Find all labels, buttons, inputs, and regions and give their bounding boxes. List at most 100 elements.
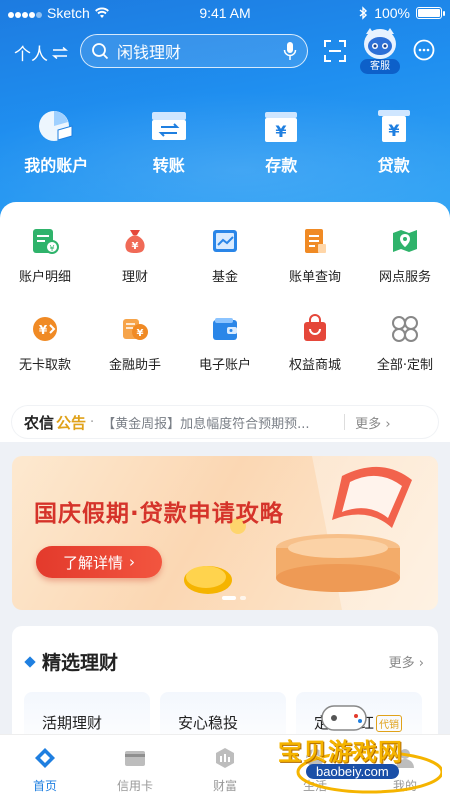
chat-bubble-icon	[413, 39, 435, 61]
promo-banner[interactable]: 国庆假期·贷款申请攻略 了解详情 ›	[12, 456, 438, 610]
map-pin-icon	[390, 226, 420, 256]
banner-illustration	[184, 456, 438, 610]
banner-title: 国庆假期·贷款申请攻略	[34, 501, 284, 527]
scan-button[interactable]	[324, 40, 346, 66]
service-label: 基金	[211, 270, 238, 285]
service-all[interactable]: 全部·定制	[360, 314, 450, 402]
cardless-withdraw-icon: ¥	[30, 314, 60, 344]
account-detail-icon: ¥	[30, 226, 60, 256]
notice-more-label: 更多	[355, 416, 382, 432]
fund-chart-icon	[210, 226, 240, 256]
search-icon	[92, 43, 109, 60]
notice-tag: 公告	[56, 413, 87, 432]
service-bill[interactable]: 账单查询	[270, 226, 360, 314]
svg-text:¥: ¥	[49, 244, 54, 253]
service-e-account[interactable]: 电子账户	[180, 314, 270, 402]
notice-more-link[interactable]: 更多 ›	[355, 413, 390, 432]
status-right: 100%	[359, 5, 445, 21]
message-button[interactable]	[413, 39, 435, 65]
top-bar: 个人 闲钱理财 客服	[0, 28, 450, 74]
bluetooth-icon	[359, 6, 368, 20]
watermark: 宝贝游戏网 baobeiy.com	[272, 690, 450, 800]
search-placeholder: 闲钱理财	[117, 43, 182, 62]
picks-item-label: 活期理财	[42, 714, 103, 732]
watermark-url: baobeiy.com	[306, 764, 399, 779]
service-assistant[interactable]: ¥ 金融助手	[90, 314, 180, 402]
watermark-text: 宝贝游戏网	[278, 738, 403, 766]
service-label: 客服	[360, 59, 400, 74]
service-fund[interactable]: 基金	[180, 226, 270, 314]
coins-icon: ¥	[120, 314, 150, 344]
picks-more-link[interactable]: 更多 ›	[389, 652, 424, 671]
picks-item-label: 安心稳投	[178, 714, 239, 732]
tab-credit-card[interactable]: 信用卡	[90, 735, 180, 800]
robot-mascot-icon	[364, 28, 396, 59]
transfer-icon	[149, 106, 189, 146]
notice-dot: ·	[90, 414, 95, 430]
bill-icon	[300, 226, 330, 256]
search-bar[interactable]: 闲钱理财	[80, 34, 308, 68]
service-label: 电子账户	[198, 358, 251, 373]
carousel-indicator	[222, 596, 246, 600]
banner-cta-label: 了解详情	[62, 553, 123, 572]
wallet-icon	[210, 314, 240, 344]
battery-percent: 100%	[374, 5, 410, 21]
picks-more-label: 更多	[388, 656, 415, 671]
quick-action-label: 贷款	[377, 156, 410, 175]
service-cardless-withdraw[interactable]: ¥ 无卡取款	[0, 314, 90, 402]
quick-action-label: 我的账户	[24, 156, 89, 175]
svg-text:¥: ¥	[137, 328, 144, 339]
money-bag-icon: ¥	[120, 226, 150, 256]
service-label: 网点服务	[378, 270, 431, 285]
quick-action-account[interactable]: 我的账户	[0, 106, 113, 176]
service-label: 账单查询	[288, 270, 341, 285]
svg-text:¥: ¥	[132, 241, 139, 252]
banner-cta-button[interactable]: 了解详情 ›	[36, 546, 162, 578]
quick-action-transfer[interactable]: 转账	[113, 106, 226, 176]
notice-bar[interactable]: 农信 公告 · 【黄金周报】加息幅度符合预期预... 更多 ›	[12, 406, 438, 438]
credit-card-icon	[122, 745, 148, 771]
battery-icon	[416, 7, 445, 19]
svg-text:¥: ¥	[276, 122, 287, 141]
switch-arrows-icon	[52, 46, 68, 59]
tab-label: 财富	[212, 779, 237, 793]
section-header: 精选理财	[24, 648, 119, 675]
quick-action-deposit[interactable]: ¥ 存款	[225, 106, 338, 176]
notice-divider	[344, 414, 346, 430]
chevron-right-icon: ›	[129, 553, 135, 571]
all-grid-icon	[390, 314, 420, 344]
quick-action-loan[interactable]: ¥ 贷款	[338, 106, 450, 176]
tab-label: 首页	[32, 779, 57, 793]
home-icon	[32, 745, 58, 771]
mall-bag-icon	[300, 314, 330, 344]
diamond-bullet-icon	[24, 655, 36, 668]
tab-label: 信用卡	[116, 779, 153, 793]
quick-actions: 我的账户 转账 ¥ 存款 ¥ 贷款	[0, 106, 450, 176]
notice-text: 【黄金周报】加息幅度符合预期预...	[102, 416, 310, 432]
service-wealth[interactable]: ¥ 理财	[90, 226, 180, 314]
service-label: 金融助手	[108, 358, 161, 373]
deposit-icon: ¥	[261, 106, 301, 146]
tab-wealth[interactable]: 财富	[180, 735, 270, 800]
persona-label: 个人	[14, 45, 48, 65]
scan-icon	[324, 40, 346, 62]
status-bar: Sketch 9:41 AM 100%	[0, 0, 450, 26]
service-mall[interactable]: 权益商城	[270, 314, 360, 402]
service-grid: ¥ 账户明细 ¥ 理财 基金 账单查询 网点服务 ¥ 无卡取款 ¥ 金融助手 电…	[0, 226, 450, 402]
customer-service-button[interactable]: 客服	[360, 26, 400, 74]
service-label: 理财	[121, 270, 148, 285]
svg-text:¥: ¥	[388, 121, 399, 140]
service-branch[interactable]: 网点服务	[360, 226, 450, 314]
section-title: 精选理财	[42, 652, 119, 674]
notice-brand: 农信	[24, 413, 55, 432]
persona-switch[interactable]: 个人	[14, 40, 68, 65]
svg-text:¥: ¥	[39, 323, 48, 337]
account-pie-icon	[36, 106, 76, 146]
service-label: 账户明细	[18, 270, 71, 285]
tab-home[interactable]: 首页	[0, 735, 90, 800]
microphone-icon[interactable]	[283, 41, 297, 61]
service-account-detail[interactable]: ¥ 账户明细	[0, 226, 90, 314]
quick-action-label: 转账	[152, 156, 185, 175]
quick-action-label: 存款	[265, 156, 298, 175]
service-label: 全部·定制	[376, 358, 434, 373]
